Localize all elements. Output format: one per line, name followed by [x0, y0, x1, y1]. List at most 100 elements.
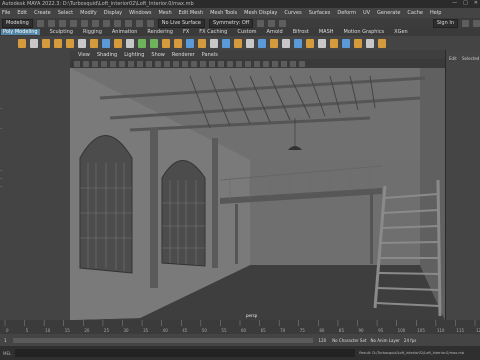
command-input[interactable]	[15, 349, 356, 357]
display-icon[interactable]	[378, 38, 386, 48]
camera-select-icon[interactable]	[74, 60, 80, 67]
vp-menu-shading[interactable]: Shading	[97, 52, 117, 58]
menu-select[interactable]: Select	[58, 10, 73, 16]
vp-menu-show[interactable]: Show	[151, 52, 165, 58]
close-icon[interactable]: ✕	[474, 0, 478, 6]
uv-editor-icon[interactable]	[294, 38, 302, 48]
workspace-icon[interactable]	[462, 19, 469, 27]
menu-mesh-tools[interactable]: Mesh Tools	[210, 10, 237, 16]
center-pivot-icon[interactable]	[342, 38, 350, 48]
menu-uv[interactable]: UV	[363, 10, 370, 16]
perspective-viewport[interactable]: persp	[70, 68, 445, 320]
sweep-mesh-icon[interactable]	[126, 38, 134, 48]
render-view-icon[interactable]	[257, 19, 265, 27]
sign-in-button[interactable]: Sign In	[432, 18, 458, 28]
tab-rigging[interactable]: Rigging	[83, 29, 102, 35]
range-start-field[interactable]: 1	[4, 338, 7, 343]
poly-plane-icon[interactable]	[78, 38, 86, 48]
vp-menu-view[interactable]: View	[78, 52, 90, 58]
time-slider[interactable]: 0 5 10 15 20 25 30 35 40 45 50 55 60 65 70 75 80 85 90 95 10…	[0, 320, 480, 334]
tab-motion-graphics[interactable]: Motion Graphics	[344, 29, 385, 35]
poly-cube-icon[interactable]	[30, 38, 38, 48]
live-surface-field[interactable]: No Live Surface	[157, 18, 205, 28]
tab-bifrost[interactable]: Bifrost	[293, 29, 309, 35]
super-shape-icon[interactable]	[114, 38, 122, 48]
vp-menu-panels[interactable]: Panels	[202, 52, 218, 58]
xray-joints-icon[interactable]	[263, 60, 269, 67]
connect-icon[interactable]	[270, 38, 278, 48]
platonic-icon[interactable]	[102, 38, 110, 48]
poly-cylinder-icon[interactable]	[42, 38, 50, 48]
snap-point-icon[interactable]	[146, 19, 154, 27]
fps-dropdown[interactable]: 24 fps	[404, 338, 416, 343]
range-slider[interactable]	[12, 337, 313, 343]
shadows-icon[interactable]	[209, 60, 215, 67]
snap-grid-icon[interactable]	[124, 19, 132, 27]
tab-sculpting[interactable]: Sculpting	[50, 29, 73, 35]
menu-mesh-display[interactable]: Mesh Display	[244, 10, 277, 16]
auto-map-icon[interactable]	[318, 38, 326, 48]
ao-icon[interactable]	[218, 60, 224, 67]
resolution-gate-icon[interactable]	[128, 60, 134, 67]
menu-create[interactable]: Create	[34, 10, 51, 16]
select-hierarchy-icon[interactable]	[91, 19, 99, 27]
channel-tab-edit[interactable]: Edit	[449, 56, 457, 61]
separate-icon[interactable]	[150, 38, 158, 48]
render-frame-icon[interactable]	[268, 19, 276, 27]
color-management-icon[interactable]	[299, 60, 305, 67]
select-object-icon[interactable]	[102, 19, 110, 27]
mel-label[interactable]: MEL	[3, 351, 11, 356]
gate-mask-icon[interactable]	[137, 60, 143, 67]
maximize-icon[interactable]: □	[463, 0, 468, 6]
fill-hole-icon[interactable]	[234, 38, 242, 48]
exposure-icon[interactable]	[281, 60, 287, 67]
menu-help[interactable]: Help	[430, 10, 441, 16]
character-set-dropdown[interactable]: No Character Set	[332, 338, 366, 343]
wireframe-icon[interactable]	[164, 60, 170, 67]
select-component-icon[interactable]	[113, 19, 121, 27]
mirror-icon[interactable]	[330, 38, 338, 48]
anti-alias-icon[interactable]	[227, 60, 233, 67]
safe-action-icon[interactable]	[155, 60, 161, 67]
bool-union-icon[interactable]	[210, 38, 218, 48]
bool-diff-icon[interactable]	[222, 38, 230, 48]
vp-menu-lighting[interactable]: Lighting	[124, 52, 144, 58]
menu-edit[interactable]: Edit	[17, 10, 27, 16]
film-gate-icon[interactable]	[119, 60, 125, 67]
poly-torus-icon[interactable]	[66, 38, 74, 48]
isolate-select-icon[interactable]	[245, 60, 251, 67]
ipr-render-icon[interactable]	[279, 19, 287, 27]
planar-map-icon[interactable]	[306, 38, 314, 48]
wireframe-on-shaded-icon[interactable]	[182, 60, 188, 67]
menu-modify[interactable]: Modify	[80, 10, 97, 16]
grid-icon[interactable]	[110, 60, 116, 67]
save-scene-icon[interactable]	[58, 19, 66, 27]
snap-curve-icon[interactable]	[135, 19, 143, 27]
menu-edit-mesh[interactable]: Edit Mesh	[179, 10, 203, 16]
tab-xgen[interactable]: XGen	[394, 29, 408, 35]
quad-draw-icon[interactable]	[282, 38, 290, 48]
bridge-icon[interactable]	[198, 38, 206, 48]
menu-display[interactable]: Display	[104, 10, 122, 16]
menu-generate[interactable]: Generate	[377, 10, 400, 16]
textured-icon[interactable]	[191, 60, 197, 67]
menu-deform[interactable]: Deform	[337, 10, 356, 16]
combine-icon[interactable]	[138, 38, 146, 48]
target-weld-icon[interactable]	[258, 38, 266, 48]
smooth-shade-icon[interactable]	[173, 60, 179, 67]
settings-icon[interactable]	[473, 19, 480, 27]
mode-selector[interactable]: Modeling	[2, 18, 33, 28]
tab-poly-modeling[interactable]: Poly Modeling	[1, 29, 40, 35]
symmetry-field[interactable]: Symmetry: Off	[209, 18, 254, 28]
range-end-field[interactable]: 120	[319, 338, 327, 343]
poly-sphere-icon[interactable]	[18, 38, 26, 48]
poly-disc-icon[interactable]	[90, 38, 98, 48]
field-chart-icon[interactable]	[146, 60, 152, 67]
open-scene-icon[interactable]	[47, 19, 55, 27]
tab-custom[interactable]: Custom	[237, 29, 256, 35]
depth-of-field-icon[interactable]	[236, 60, 242, 67]
redo-icon[interactable]	[80, 19, 88, 27]
history-icon[interactable]	[366, 38, 374, 48]
extrude-icon[interactable]	[174, 38, 182, 48]
undo-icon[interactable]	[69, 19, 77, 27]
